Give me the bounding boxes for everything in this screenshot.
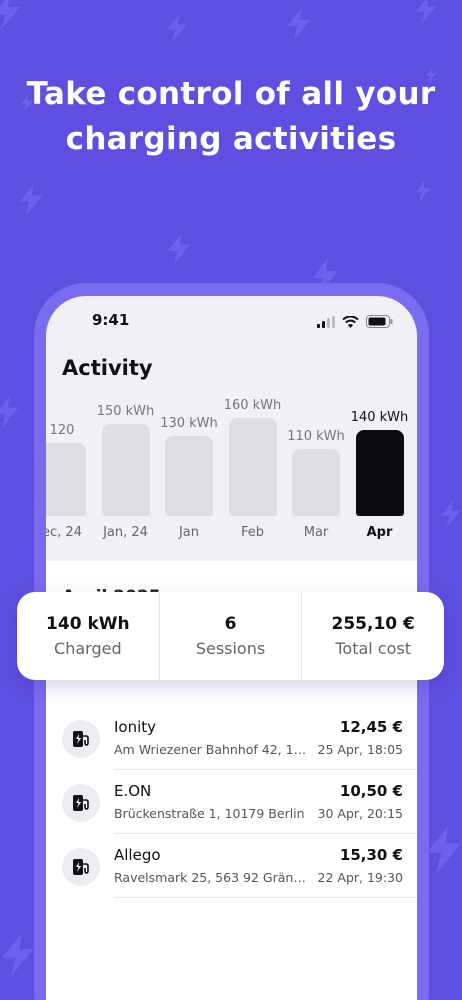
lightning-bolt-icon bbox=[0, 388, 20, 436]
session-date: 25 Apr, 18:05 bbox=[317, 742, 403, 757]
session-provider: E.ON bbox=[114, 782, 152, 800]
session-address: Brückenstraße 1, 10179 Berlin bbox=[114, 806, 305, 821]
chart-bar[interactable] bbox=[292, 448, 340, 516]
stat-sessions: 6 Sessions bbox=[158, 592, 302, 680]
lightning-bolt-icon bbox=[0, 910, 36, 1000]
session-address: Am Wriezener Bahnhof 42, 10… bbox=[114, 742, 310, 757]
status-icons bbox=[317, 313, 393, 332]
status-time: 9:41 bbox=[92, 311, 130, 329]
session-amount: 15,30 € bbox=[339, 846, 403, 864]
ev-charger-icon bbox=[62, 720, 100, 758]
stat-value: 255,10 € bbox=[331, 614, 415, 634]
session-date: 22 Apr, 19:30 bbox=[317, 870, 403, 885]
session-list: Ionity Am Wriezener Bahnhof 42, 10… 12,4… bbox=[46, 706, 417, 898]
stat-label: Charged bbox=[54, 639, 122, 658]
cellular-signal-icon bbox=[317, 313, 335, 332]
promo-headline: Take control of all your charging activi… bbox=[26, 76, 436, 157]
session-date: 30 Apr, 20:15 bbox=[317, 806, 403, 821]
chart-bar[interactable] bbox=[165, 436, 213, 516]
chart-bar[interactable] bbox=[46, 442, 86, 516]
lightning-bolt-icon bbox=[166, 14, 188, 42]
lightning-bolt-icon bbox=[0, 0, 22, 30]
chart-bar[interactable] bbox=[101, 424, 150, 516]
divider bbox=[114, 897, 417, 898]
ev-charger-icon bbox=[62, 784, 100, 822]
session-address: Ravelsmark 25, 563 92 Gränn… bbox=[114, 870, 310, 885]
session-amount: 10,50 € bbox=[339, 782, 403, 800]
screen-title: Activity bbox=[62, 356, 153, 380]
battery-icon bbox=[366, 313, 393, 332]
chart-bar[interactable] bbox=[355, 430, 404, 516]
lightning-bolt-icon bbox=[286, 8, 312, 40]
bar-value-label: 160 kWh bbox=[223, 398, 282, 413]
ev-charger-icon bbox=[62, 848, 100, 886]
session-row[interactable]: Allego Ravelsmark 25, 563 92 Gränn… 15,3… bbox=[46, 834, 417, 898]
lightning-bolt-icon bbox=[18, 184, 44, 216]
stat-charged: 140 kWh Charged bbox=[17, 592, 159, 680]
bar-category-label: Apr bbox=[366, 525, 393, 540]
stat-value: 140 kWh bbox=[46, 614, 130, 634]
lightning-bolt-icon bbox=[424, 820, 462, 880]
bar-value-label: 120 bbox=[49, 422, 75, 438]
bar-value-label: 110 kWh bbox=[287, 428, 345, 444]
status-bar: 9:41 bbox=[46, 310, 417, 332]
bar-value-label: 130 kWh bbox=[160, 416, 218, 432]
session-provider: Ionity bbox=[114, 718, 157, 736]
session-amount: 12,45 € bbox=[339, 718, 403, 736]
stat-label: Total cost bbox=[335, 639, 411, 658]
stat-total-cost: 255,10 € Total cost bbox=[301, 592, 444, 680]
stats-card: 140 kWh Charged 6 Sessions 255,10 € Tota… bbox=[17, 592, 444, 680]
session-provider: Allego bbox=[114, 846, 161, 864]
stat-label: Sessions bbox=[195, 639, 266, 658]
lightning-bolt-icon bbox=[440, 494, 462, 534]
wifi-icon bbox=[342, 313, 359, 332]
session-row[interactable]: Ionity Am Wriezener Bahnhof 42, 10… 12,4… bbox=[46, 706, 417, 770]
lightning-bolt-icon bbox=[414, 180, 432, 202]
bar-value-label: 140 kWh bbox=[350, 410, 409, 426]
lightning-bolt-icon bbox=[166, 232, 192, 266]
lightning-bolt-icon bbox=[413, 0, 439, 24]
chart-bar[interactable] bbox=[228, 418, 277, 516]
stat-value: 6 bbox=[224, 614, 237, 634]
session-row[interactable]: E.ON Brückenstraße 1, 10179 Berlin 10,50… bbox=[46, 770, 417, 834]
energy-bar-chart: 120 ec, 24 150 kWh Jan, 24 130 kWh Jan 160 kWh… bbox=[46, 396, 417, 556]
